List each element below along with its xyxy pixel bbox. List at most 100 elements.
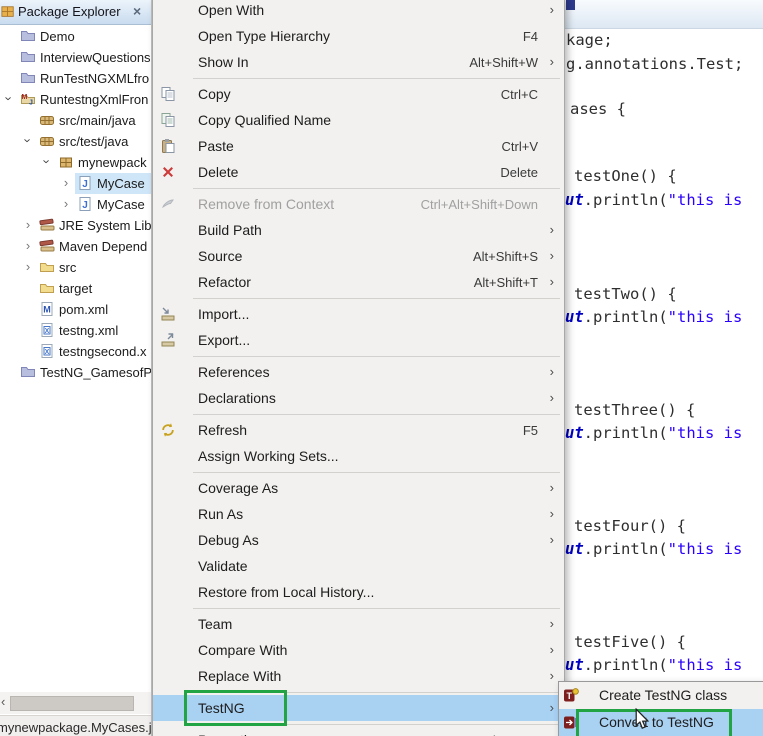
tree-item-demo[interactable]: Demo xyxy=(0,26,151,47)
menu-item-open-type-hierarchy[interactable]: Open Type Hierarchy F4 xyxy=(153,23,564,49)
menu-item-team[interactable]: Team › xyxy=(153,611,564,637)
submenu-item-convert-to-testng[interactable]: Convert to TestNG xyxy=(559,709,763,736)
menu-item-compare-with[interactable]: Compare With › xyxy=(153,637,564,663)
tree-item-mycase[interactable]: › J MyCase xyxy=(0,173,151,194)
menu-item-label: Run As xyxy=(198,506,244,522)
blank-icon xyxy=(160,642,176,658)
code-segment: "this is xyxy=(667,308,743,326)
tree-item-target[interactable]: target xyxy=(0,278,151,299)
tree-item-pom-xml[interactable]: Mpom.xml xyxy=(0,299,151,320)
svg-text:T: T xyxy=(566,691,572,701)
menu-item-label: Copy Qualified Name xyxy=(198,112,332,128)
tree-item-label: Maven Depend xyxy=(59,239,148,254)
blank-icon xyxy=(160,506,176,522)
menu-item-open-with[interactable]: Open With › xyxy=(153,0,564,23)
code-segment: "this is xyxy=(667,656,743,674)
submenu-arrow-icon: › xyxy=(549,274,554,289)
tree-item-label: mynewpack xyxy=(78,155,147,170)
tree-item-runtestngxmlfro[interactable]: RunTestNGXMLfro xyxy=(0,68,151,89)
tree-item-testngsecond-x[interactable]: Xtestngsecond.x xyxy=(0,341,151,362)
menu-item-shortcut: Alt+Shift+S xyxy=(472,249,538,264)
tree-item-mynewpack[interactable]: › mynewpack xyxy=(0,152,151,173)
package-explorer-icon xyxy=(1,5,15,19)
code-segment: "this is xyxy=(667,191,743,209)
tree-item-src-main-java[interactable]: src/main/java xyxy=(0,110,151,131)
menu-item-source[interactable]: Source Alt+Shift+S › xyxy=(153,243,564,269)
submenu-arrow-icon: › xyxy=(549,700,554,715)
submenu-item-create-testng-class[interactable]: T Create TestNG class xyxy=(559,682,763,709)
chevron-expanded-icon[interactable]: › xyxy=(40,156,55,168)
menu-item-validate[interactable]: Validate xyxy=(153,553,564,579)
editor-tab-icon xyxy=(566,0,575,10)
chevron-collapsed-icon[interactable]: › xyxy=(60,196,72,211)
tree-item-label: src xyxy=(59,260,77,275)
menu-item-assign-working-sets[interactable]: Assign Working Sets... xyxy=(153,443,564,469)
menu-item-copy-qualified-name[interactable]: Copy Qualified Name xyxy=(153,107,564,133)
status-bar: mynewpackage.MyCases.j xyxy=(0,715,151,736)
scrollbar-thumb[interactable] xyxy=(10,696,134,711)
code-line: ases { xyxy=(570,99,626,119)
package-explorer-panel: Package Explorer × Demo InterviewQuestion… xyxy=(0,0,152,736)
tree-item-jre-system-libr[interactable]: › JRE System Libr xyxy=(0,215,151,236)
menu-item-show-in[interactable]: Show In Alt+Shift+W › xyxy=(153,49,564,75)
menu-item-properties[interactable]: PropertiesAlt+Enter xyxy=(153,727,564,736)
menu-item-run-as[interactable]: Run As › xyxy=(153,501,564,527)
project-folder-icon xyxy=(20,70,36,86)
menu-item-paste[interactable]: Paste Ctrl+V xyxy=(153,133,564,159)
tree-item-interviewquestions[interactable]: InterviewQuestions xyxy=(0,47,151,68)
menu-item-label: Team xyxy=(198,616,233,632)
menu-item-debug-as[interactable]: Debug As › xyxy=(153,527,564,553)
svg-text:X: X xyxy=(45,349,50,356)
tree-item-label: target xyxy=(59,281,93,296)
chevron-collapsed-icon[interactable]: › xyxy=(22,238,34,253)
tree-item-runtestngxmlfron[interactable]: › M J RuntestngXmlFron xyxy=(0,89,151,110)
blank-icon xyxy=(160,54,176,70)
package-explorer-title: Package Explorer xyxy=(18,4,121,19)
code-line: ut.println("this is xyxy=(565,655,742,675)
submenu-arrow-icon: › xyxy=(549,222,554,237)
chevron-collapsed-icon[interactable]: › xyxy=(22,259,34,274)
tree-item-src[interactable]: › src xyxy=(0,257,151,278)
menu-item-build-path[interactable]: Build Path › xyxy=(153,217,564,243)
code-segment: .println( xyxy=(583,540,668,558)
code-segment: "this is xyxy=(667,424,743,442)
menu-item-label: Refresh xyxy=(198,422,248,438)
menu-item-coverage-as[interactable]: Coverage As › xyxy=(153,475,564,501)
menu-item-declarations[interactable]: Declarations › xyxy=(153,385,564,411)
menu-item-label: Open Type Hierarchy xyxy=(198,28,331,44)
menu-item-testng[interactable]: TestNG › xyxy=(153,690,564,726)
tree-item-src-test-java[interactable]: › src/test/java xyxy=(0,131,151,152)
menu-item-shortcut: F4 xyxy=(522,29,538,44)
menu-item-refactor[interactable]: Refactor Alt+Shift+T › xyxy=(153,269,564,295)
submenu-arrow-icon: › xyxy=(549,668,554,683)
submenu-arrow-icon: › xyxy=(549,54,554,69)
code-line: ut.println("this is xyxy=(565,423,742,443)
menu-item-export[interactable]: Export... xyxy=(153,327,564,353)
menu-item-shortcut: Ctrl+Alt+Shift+Down xyxy=(420,197,538,212)
tree-item-testng-gamesofpr[interactable]: TestNG_GamesofPr xyxy=(0,362,151,383)
menu-item-delete[interactable]: Delete Delete xyxy=(153,159,564,185)
submenu-arrow-icon: › xyxy=(549,364,554,379)
tree-item-testng-xml[interactable]: Xtestng.xml xyxy=(0,320,151,341)
code-segment: ut xyxy=(565,540,584,558)
blank-icon xyxy=(160,668,176,684)
menu-item-refresh[interactable]: Refresh F5 xyxy=(153,417,564,443)
tree-item-maven-depend[interactable]: › Maven Depend xyxy=(0,236,151,257)
scroll-left-arrow[interactable]: ‹ xyxy=(1,694,5,709)
code-editor[interactable]: kage; g.annotations.Test; ases {testOne() … xyxy=(563,0,763,736)
tree-item-mycase[interactable]: › J MyCase xyxy=(0,194,151,215)
chevron-collapsed-icon[interactable]: › xyxy=(22,217,34,232)
menu-item-import[interactable]: Import... xyxy=(153,301,564,327)
horizontal-scrollbar[interactable]: ‹ xyxy=(0,692,151,714)
chevron-expanded-icon[interactable]: › xyxy=(21,135,36,147)
menu-item-replace-with[interactable]: Replace With › xyxy=(153,663,564,689)
menu-item-copy[interactable]: Copy Ctrl+C xyxy=(153,81,564,107)
menu-item-restore-from-local-history[interactable]: Restore from Local History... xyxy=(153,579,564,605)
chevron-expanded-icon[interactable]: › xyxy=(2,93,17,105)
menu-item-label: Export... xyxy=(198,332,251,348)
chevron-collapsed-icon[interactable]: › xyxy=(60,175,72,190)
copy-qualified-icon xyxy=(160,112,176,128)
menu-item-references[interactable]: References › xyxy=(153,359,564,385)
menu-item-label: Copy xyxy=(198,86,231,102)
close-icon[interactable]: × xyxy=(133,3,141,19)
